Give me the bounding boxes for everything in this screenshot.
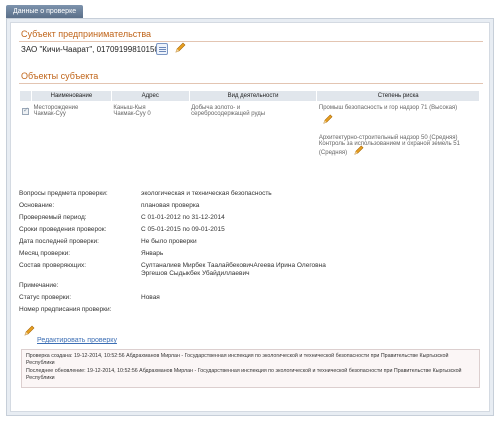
detail-status: Статус проверки: Новая xyxy=(19,294,160,301)
detail-period: Проверяемый период: С 01-01-2012 по 31-1… xyxy=(19,214,225,221)
subject-name: ЗАО "Кичи-Чаарат", 01709199810150 xyxy=(21,45,159,54)
subject-divider xyxy=(19,41,483,42)
inspection-details: Вопросы предмета проверки: экологическая… xyxy=(19,189,479,317)
objects-section-title: Объекты субъекта xyxy=(21,71,99,81)
detail-basis: Основание: плановая проверка xyxy=(19,202,200,209)
pencil-icon[interactable] xyxy=(23,325,35,337)
detail-terms: Сроки проведения проверок: С 05-01-2015 … xyxy=(19,226,225,233)
detail-last-inspection: Дата последней проверки: Не было проверк… xyxy=(19,238,197,245)
pencil-icon[interactable] xyxy=(322,114,333,125)
col-select xyxy=(19,90,32,102)
object-activity-line2: серебросодержащей руды xyxy=(191,111,266,117)
col-activity: Вид деятельности xyxy=(188,90,318,102)
detail-team: Состав проверяющих: Султаналиев Мирбек Т… xyxy=(19,262,326,277)
pencil-icon[interactable] xyxy=(174,42,186,54)
row-checkbox[interactable] xyxy=(21,106,29,115)
list-icon[interactable] xyxy=(156,43,168,55)
audit-info-box: Проверка создана: 19-12-2014, 10:52:56 А… xyxy=(21,349,480,388)
created-info: Проверка создана: 19-12-2014, 10:52:56 А… xyxy=(26,353,449,366)
edit-inspection-link[interactable]: Редактировать проверку xyxy=(37,337,117,344)
col-risk: Степень риска xyxy=(316,90,480,102)
detail-subject: Вопросы предмета проверки: экологическая… xyxy=(19,190,272,197)
detail-note: Примечание: xyxy=(19,282,59,289)
objects-divider xyxy=(19,83,483,84)
tab-inspection-data[interactable]: Данные о проверке xyxy=(6,5,84,18)
content-area: Субъект предпринимательства ЗАО "Кичи-Ча… xyxy=(10,22,490,412)
object-name-line2: Чакмак-Суу xyxy=(33,111,66,117)
col-address: Адрес xyxy=(110,90,190,102)
main-panel: Субъект предпринимательства ЗАО "Кичи-Ча… xyxy=(6,18,494,416)
pencil-icon[interactable] xyxy=(353,145,364,156)
object-address-line2: Чакмак-Суу 0 xyxy=(113,111,151,117)
col-name: Наименование xyxy=(30,90,112,102)
subject-section-title: Субъект предпринимательства xyxy=(21,29,152,39)
detail-prescription: Номер предписания проверки: xyxy=(19,306,112,313)
detail-month: Месяц проверки: Январь xyxy=(19,250,164,257)
table-row: Месторождение Чакмак-Суу Каныш-Кыя Чакма… xyxy=(19,101,480,162)
risk-item-3-level: (Средняя) xyxy=(318,150,348,156)
risk-item-1: Промыш безопасность и гор надзор 71 (Выс… xyxy=(318,105,458,111)
updated-info: Последнее обновление: 19-12-2014, 10:52:… xyxy=(26,368,462,381)
objects-table: Наименование Адрес Вид деятельности Степ… xyxy=(19,90,480,162)
